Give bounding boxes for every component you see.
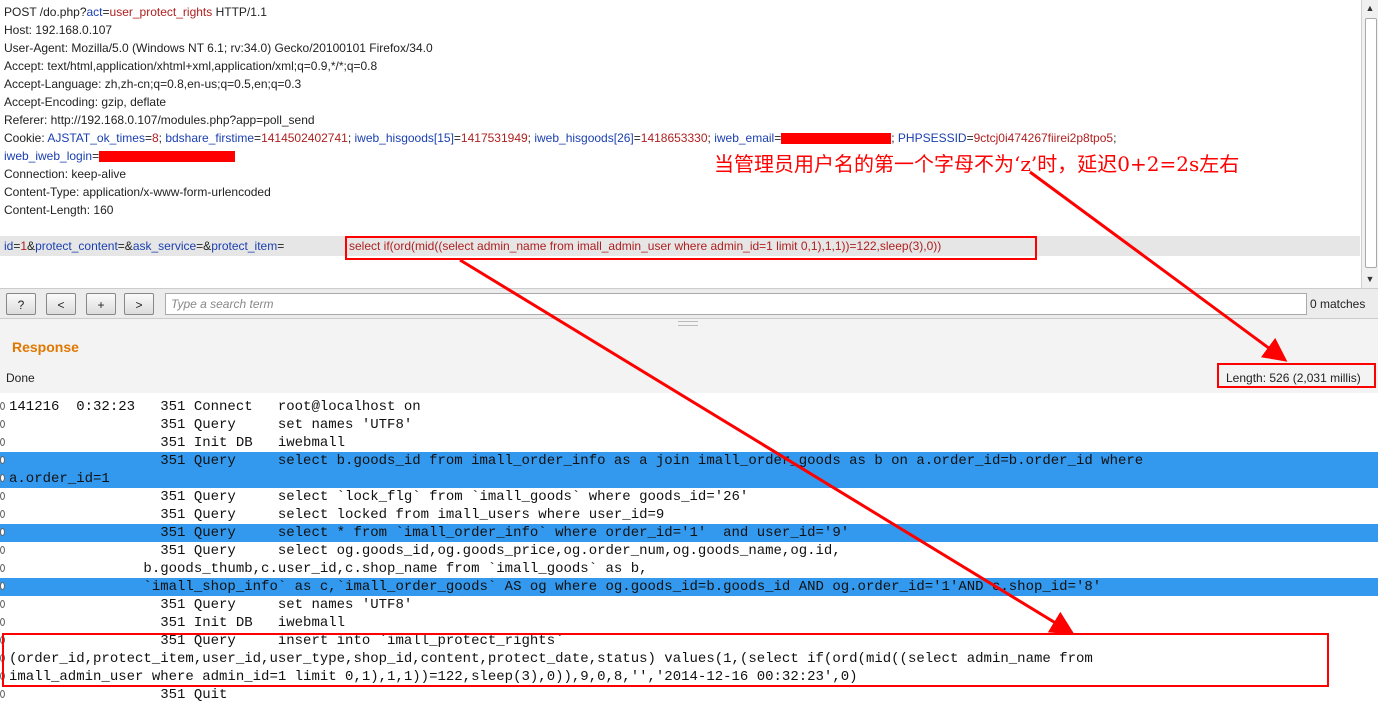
request-line-method-path: POST /do.php?: [4, 5, 87, 19]
annotation-note: 当管理员用户名的第一个字母不为‘z’时，延迟0+2=2s左右: [714, 152, 1240, 176]
cookie-value: 9ctcj0i474267fiirei2p8tpo5: [973, 131, 1114, 145]
match-count: 0 matches: [1310, 297, 1366, 311]
log-line-text: 351 Query select `lock_flg` from `imall_…: [9, 489, 749, 505]
add-button[interactable]: +: [86, 293, 116, 315]
line-marker-icon: [0, 438, 5, 446]
content-type-header: Content-Type: application/x-www-form-url…: [4, 185, 271, 199]
log-line-text: 351 Query select * from `imall_order_inf…: [9, 525, 850, 541]
length-highlight-box: [1217, 363, 1376, 388]
cookie-value: 8: [151, 131, 159, 145]
cookie-label: Cookie:: [4, 131, 48, 145]
query-highlight-box: [2, 633, 1329, 687]
request-body: id=1&protect_content=&ask_service=&prote…: [4, 239, 285, 253]
log-line-text: 351 Query select og.goods_id,og.goods_pr…: [9, 543, 841, 559]
cookie-key: bdshare_firstime: [165, 131, 255, 145]
redaction-bar: [781, 133, 892, 145]
log-line-text: a.order_id=1: [9, 471, 110, 487]
accept-header: Accept: text/html,application/xhtml+xml,…: [4, 59, 378, 73]
log-line: 351 Init DB iwebmall: [0, 614, 1378, 632]
line-marker-icon: [0, 546, 5, 554]
log-line: 351 Init DB iwebmall: [0, 434, 1378, 452]
help-button[interactable]: ?: [6, 293, 36, 315]
cookie-value: 1417531949: [460, 131, 528, 145]
connection-header: Connection: keep-alive: [4, 167, 127, 181]
cookie-key: AJSTAT_ok_times: [47, 131, 145, 145]
line-marker-icon: [0, 528, 5, 536]
body-param-key: ask_service: [132, 239, 197, 253]
log-line: 351 Query select locked from imall_users…: [0, 506, 1378, 524]
search-input[interactable]: [165, 293, 1307, 315]
cookie-key: iweb_hisgoods[15]: [354, 131, 454, 145]
line-marker-icon: [0, 474, 5, 482]
line-marker-icon: [0, 420, 5, 428]
log-line: a.order_id=1: [0, 470, 1378, 488]
scroll-thumb[interactable]: [1365, 18, 1377, 268]
log-line-text: b.goods_thumb,c.user_id,c.shop_name from…: [9, 561, 648, 577]
content-length-header: Content-Length: 160: [4, 203, 114, 217]
body-param-value: 1: [20, 239, 28, 253]
next-button[interactable]: >: [124, 293, 154, 315]
line-marker-icon: [0, 618, 5, 626]
redaction-bar: [99, 151, 236, 163]
log-line-text: 351 Init DB iwebmall: [9, 615, 346, 631]
log-line-text: `imall_shop_info` as c,`imall_order_good…: [9, 579, 1102, 595]
log-line-text: 351 Query set names 'UTF8': [9, 597, 413, 613]
log-line-text: 141216 0:32:23 351 Connect root@localhos…: [9, 399, 421, 415]
line-marker-icon: [0, 402, 5, 410]
host-header: Host: 192.168.0.107: [4, 23, 113, 37]
cookie-header: Cookie: AJSTAT_ok_times=8; bdshare_first…: [4, 131, 1117, 145]
log-line: `imall_shop_info` as c,`imall_order_good…: [0, 578, 1378, 596]
request-line: POST /do.php?act=user_protect_rights HTT…: [4, 3, 267, 21]
cookie-value: 1418653330: [640, 131, 708, 145]
body-param-key: id: [4, 239, 14, 253]
log-line: 351 Query select og.goods_id,og.goods_pr…: [0, 542, 1378, 560]
log-line-text: 351 Query select b.goods_id from imall_o…: [9, 453, 1144, 469]
log-line: 351 Query select b.goods_id from imall_o…: [0, 452, 1378, 470]
log-line-text: 351 Query set names 'UTF8': [9, 417, 413, 433]
user-agent-header: User-Agent: Mozilla/5.0 (Windows NT 6.1;…: [4, 41, 433, 55]
cookie-continuation: iweb_iweb_login=: [4, 147, 236, 165]
status-text: Done: [6, 371, 35, 385]
response-panel: Response Done Length: 526 (2,031 millis): [0, 318, 1378, 393]
log-line-text: 351 Quit: [9, 687, 228, 703]
log-line: 351 Query select `lock_flg` from `imall_…: [0, 488, 1378, 506]
cookie-key: PHPSESSID: [897, 131, 967, 145]
line-marker-icon: [0, 600, 5, 608]
protocol: HTTP/1.1: [212, 5, 267, 19]
cookie-key: iweb_hisgoods[26]: [534, 131, 634, 145]
payload-highlight-box: [345, 236, 1037, 260]
splitter-grip[interactable]: [678, 321, 698, 326]
accept-encoding-header: Accept-Encoding: gzip, deflate: [4, 95, 167, 109]
line-marker-icon: [0, 564, 5, 572]
line-marker-icon: [0, 510, 5, 518]
log-line: b.goods_thumb,c.user_id,c.shop_name from…: [0, 560, 1378, 578]
log-line-text: 351 Init DB iwebmall: [9, 435, 346, 451]
response-title: Response: [12, 339, 79, 355]
log-line: 351 Query set names 'UTF8': [0, 596, 1378, 614]
search-bar: ? < + > 0 matches: [0, 288, 1378, 319]
log-line: 351 Query select * from `imall_order_inf…: [0, 524, 1378, 542]
log-line: 351 Quit: [0, 686, 1378, 704]
line-marker-icon: [0, 456, 5, 464]
log-line: 351 Query set names 'UTF8': [0, 416, 1378, 434]
scroll-down-icon[interactable]: ▼: [1364, 272, 1376, 286]
scroll-up-icon[interactable]: ▲: [1364, 1, 1376, 15]
log-line-text: 351 Query select locked from imall_users…: [9, 507, 665, 523]
line-marker-icon: [0, 690, 5, 698]
body-param-key: protect_item: [211, 239, 278, 253]
line-marker-icon: [0, 582, 5, 590]
param-value: user_protect_rights: [109, 5, 213, 19]
cookie-key: iweb_iweb_login: [4, 149, 93, 163]
accept-language-header: Accept-Language: zh,zh-cn;q=0.8,en-us;q=…: [4, 77, 302, 91]
vertical-scrollbar[interactable]: ▲ ▼: [1361, 0, 1378, 288]
param-key: act: [86, 5, 103, 19]
referer-header: Referer: http://192.168.0.107/modules.ph…: [4, 113, 315, 127]
line-marker-icon: [0, 492, 5, 500]
log-line: 141216 0:32:23 351 Connect root@localhos…: [0, 398, 1378, 416]
cookie-key: iweb_email: [714, 131, 775, 145]
body-param-key: protect_content: [35, 239, 118, 253]
previous-button[interactable]: <: [46, 293, 76, 315]
equals-sign: =: [102, 5, 110, 19]
cookie-value: 1414502402741: [261, 131, 348, 145]
